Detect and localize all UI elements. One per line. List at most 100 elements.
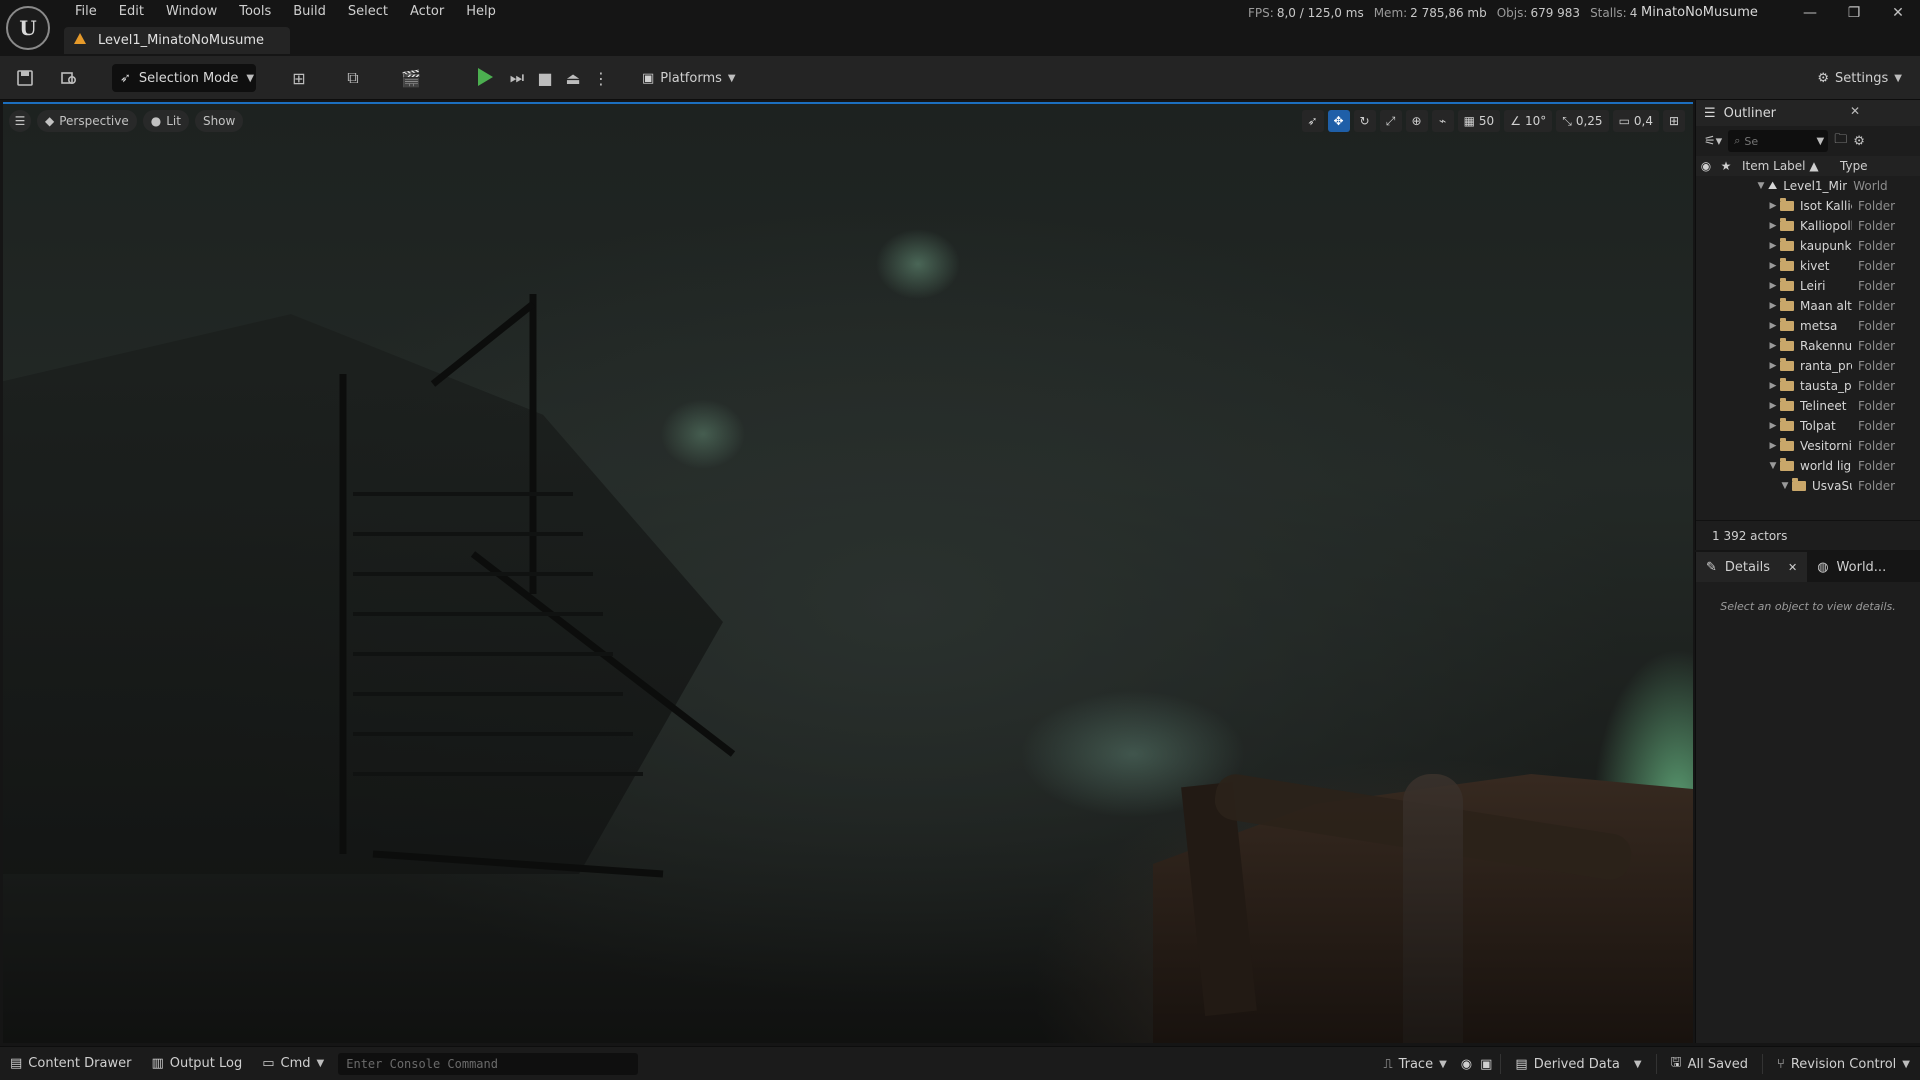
expand-right-icon[interactable]: ▶ xyxy=(1766,221,1780,231)
show-button[interactable]: Show xyxy=(194,110,244,132)
outliner-row[interactable]: ▶ kivet Folder xyxy=(1696,256,1920,276)
tab-world-settings[interactable]: ◍ World... xyxy=(1807,552,1896,582)
expand-right-icon[interactable]: ▶ xyxy=(1766,321,1780,331)
expand-right-icon[interactable]: ▶ xyxy=(1766,301,1780,311)
menu-build[interactable]: Build xyxy=(282,2,337,21)
expand-right-icon[interactable]: ▶ xyxy=(1766,401,1780,411)
menu-actor[interactable]: Actor xyxy=(399,2,455,21)
outliner-row[interactable]: ▼ UsvaSu Folder xyxy=(1696,476,1920,496)
menu-window[interactable]: Window xyxy=(155,2,228,21)
surface-snap-icon[interactable]: ⌁ xyxy=(1431,110,1454,132)
pin-star-icon[interactable]: ★ xyxy=(1716,159,1736,173)
derived-data-dropdown[interactable]: ▤ Derived Data ▼ xyxy=(1505,1047,1651,1080)
expand-right-icon[interactable]: ▶ xyxy=(1766,361,1780,371)
expand-down-icon[interactable]: ▼ xyxy=(1754,181,1768,191)
step-icon[interactable]: ⏭ xyxy=(506,67,528,89)
unreal-logo-icon[interactable]: U xyxy=(6,6,50,50)
outliner-row[interactable]: ▶ Isot Kallic Folder xyxy=(1696,196,1920,216)
settings-dropdown[interactable]: ⚙ Settings ▼ xyxy=(1817,64,1902,92)
platforms-dropdown[interactable]: ▣ Platforms ▼ xyxy=(642,64,736,92)
eject-icon[interactable]: ⏏ xyxy=(562,67,584,89)
outliner-row[interactable]: ▶ Rakennuk Folder xyxy=(1696,336,1920,356)
item-label-column[interactable]: Item Label ▲ xyxy=(1736,159,1840,173)
expand-right-icon[interactable]: ▶ xyxy=(1766,341,1780,351)
hamburger-menu-icon[interactable]: ☰ xyxy=(9,110,31,132)
outliner-row[interactable]: ▶ Tolpat Folder xyxy=(1696,416,1920,436)
close-icon[interactable]: ✕ xyxy=(1850,104,1860,118)
expand-right-icon[interactable]: ▶ xyxy=(1766,241,1780,251)
main-toolbar: ➶ Selection Mode ▼ ⊞ ⧉ 🎬 ⏭ ■ ⏏ ⋮ ▣ Platf… xyxy=(0,56,1920,100)
expand-right-icon[interactable]: ▶ xyxy=(1766,421,1780,431)
outliner-row[interactable]: ▶ Kalliopolk Folder xyxy=(1696,216,1920,236)
scale-snap-toggle[interactable]: ⤡ 0,25 xyxy=(1556,110,1609,132)
scale-snap-value: 0,25 xyxy=(1575,114,1603,128)
content-drawer-button[interactable]: ▤ Content Drawer xyxy=(0,1047,141,1080)
save-icon[interactable] xyxy=(14,67,36,89)
add-folder-icon[interactable]: 🗀 xyxy=(1834,130,1847,152)
stop-icon[interactable]: ■ xyxy=(534,67,556,89)
outliner-row[interactable]: ▶ kaupunki Folder xyxy=(1696,236,1920,256)
outliner-row[interactable]: ▶ Maan alta Folder xyxy=(1696,296,1920,316)
play-button[interactable] xyxy=(478,68,493,86)
trace-dropdown[interactable]: ⎍ Trace ▼ xyxy=(1373,1047,1456,1080)
select-tool-icon[interactable]: ➶ xyxy=(1301,110,1324,132)
outliner-row[interactable]: ▶ ranta_pro Folder xyxy=(1696,356,1920,376)
outliner-row[interactable]: ▼⛰ Level1_Mina World xyxy=(1696,176,1920,196)
outliner-row[interactable]: ▶ tausta_pr Folder xyxy=(1696,376,1920,396)
camera-speed-button[interactable]: ▭ 0,4 xyxy=(1612,110,1659,132)
outliner-row[interactable]: ▶ Leiri Folder xyxy=(1696,276,1920,296)
cinematics-icon[interactable]: 🎬 xyxy=(400,67,422,89)
restore-icon[interactable]: ❐ xyxy=(1832,0,1876,26)
tab-details[interactable]: ✎ Details ✕ xyxy=(1696,552,1808,582)
cmd-dropdown[interactable]: ▭ Cmd ▼ xyxy=(252,1047,334,1080)
output-log-button[interactable]: ▥ Output Log xyxy=(141,1047,252,1080)
row-type: Folder xyxy=(1858,379,1896,393)
all-saved-button[interactable]: 🖫 All Saved xyxy=(1661,1047,1759,1080)
outliner-row[interactable]: ▶ metsa Folder xyxy=(1696,316,1920,336)
world-space-icon[interactable]: ⊕ xyxy=(1405,110,1428,132)
filter-icon[interactable]: ⚟▾ xyxy=(1704,134,1722,149)
outliner-row[interactable]: ▶ Vesitornit Folder xyxy=(1696,436,1920,456)
translate-tool-icon[interactable]: ✥ xyxy=(1327,110,1350,132)
expand-down-icon[interactable]: ▼ xyxy=(1778,481,1792,491)
outliner-search-input[interactable]: ⌕ Se ▼ xyxy=(1728,130,1829,152)
close-icon[interactable]: ✕ xyxy=(1788,561,1797,574)
expand-right-icon[interactable]: ▶ xyxy=(1766,201,1780,211)
perspective-button[interactable]: ◆ Perspective xyxy=(37,110,137,132)
level-document-tab[interactable]: Level1_MinatoNoMusume xyxy=(64,27,290,54)
menu-select[interactable]: Select xyxy=(337,2,399,21)
blueprint-icon[interactable]: ⧉ xyxy=(342,67,364,89)
browse-content-icon[interactable] xyxy=(58,67,80,89)
selection-mode-dropdown[interactable]: ➶ Selection Mode ▼ xyxy=(112,64,256,92)
type-column[interactable]: Type xyxy=(1840,159,1868,173)
record-icon[interactable]: ◉ xyxy=(1457,1047,1476,1080)
expand-right-icon[interactable]: ▶ xyxy=(1766,261,1780,271)
visibility-eye-icon[interactable]: ◉ xyxy=(1696,159,1716,173)
expand-right-icon[interactable]: ▶ xyxy=(1766,441,1780,451)
more-options-icon[interactable]: ⋮ xyxy=(590,67,612,89)
expand-right-icon[interactable]: ▶ xyxy=(1766,381,1780,391)
minimize-icon[interactable]: — xyxy=(1788,0,1832,26)
rotation-snap-toggle[interactable]: ∠ 10° xyxy=(1504,110,1553,132)
console-command-input[interactable]: Enter Console Command xyxy=(338,1052,639,1075)
view-mode-button[interactable]: ● Lit xyxy=(142,110,189,132)
close-window-icon[interactable]: ✕ xyxy=(1876,0,1920,26)
revision-control-dropdown[interactable]: ⑂ Revision Control ▼ xyxy=(1767,1047,1920,1080)
menu-help[interactable]: Help xyxy=(455,2,507,21)
menu-edit[interactable]: Edit xyxy=(108,2,155,21)
expand-right-icon[interactable]: ▶ xyxy=(1766,281,1780,291)
row-type: Folder xyxy=(1858,439,1896,453)
gear-icon[interactable]: ⚙ xyxy=(1853,134,1865,149)
outliner-row[interactable]: ▼ world ligh Folder xyxy=(1696,456,1920,476)
scale-tool-icon[interactable]: ⤢ xyxy=(1379,110,1402,132)
expand-down-icon[interactable]: ▼ xyxy=(1766,461,1780,471)
outliner-row[interactable]: ▶ Telineet Folder xyxy=(1696,396,1920,416)
menu-tools[interactable]: Tools xyxy=(228,2,282,21)
level-viewport[interactable]: ☰ ◆ Perspective ● Lit Show ➶ ✥ ↻ ⤢ ⊕ ⌁ ▦… xyxy=(3,102,1693,1043)
grid-snap-toggle[interactable]: ▦ 50 xyxy=(1457,110,1501,132)
screenshot-icon[interactable]: ▣ xyxy=(1476,1047,1496,1080)
rotate-tool-icon[interactable]: ↻ xyxy=(1353,110,1376,132)
viewport-layout-icon[interactable]: ⊞ xyxy=(1663,110,1685,132)
add-actor-icon[interactable]: ⊞ xyxy=(288,67,310,89)
menu-file[interactable]: File xyxy=(64,2,108,21)
